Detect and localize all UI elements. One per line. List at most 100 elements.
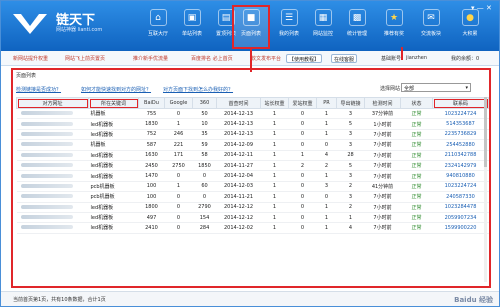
tab-rewards[interactable]: ★ 推荐有奖	[377, 7, 411, 47]
table-cell[interactable]: 2059907234	[432, 212, 489, 224]
blurred-url	[20, 194, 73, 199]
tab-single-site[interactable]: ▣ 单站列表	[175, 7, 209, 47]
promo-link[interactable]: 新网站提升权重	[13, 55, 48, 62]
table-row[interactable]: led机器板 1470 0 0 2014-12-04 1 0 1 3 7小时前 正常 94081088…	[16, 170, 489, 182]
table-cell: 1	[260, 139, 289, 151]
table-cell[interactable]: 1023284478	[432, 202, 489, 213]
table-cell: 0	[164, 202, 193, 213]
table-cell: 752	[138, 129, 165, 141]
help-link[interactable]: 如何才能快速找到对方的网址？	[81, 86, 151, 93]
tutorial-link[interactable]: 【使用教程】	[286, 54, 323, 63]
chevron-down-icon: ▾	[465, 85, 468, 91]
table-cell: 正常	[400, 202, 433, 213]
tab-my-list[interactable]: ☰ 我的列表	[272, 7, 306, 47]
column-header[interactable]: 检测时间	[364, 97, 401, 109]
site-url-cell[interactable]	[16, 129, 89, 141]
tab-label: 大积累	[462, 31, 478, 37]
table-row[interactable]: led机器板 1630 171 58 2014-12-11 1 1 4 28 7小时前 正常 2110…	[16, 150, 489, 161]
column-header[interactable]: BaiDu	[138, 97, 165, 109]
table-row[interactable]: 机器板 755 0 50 2014-12-13 1 0 1 3 37分钟前 正常 1023224724	[16, 108, 489, 120]
site-url-cell[interactable]	[16, 170, 89, 182]
tab-forum[interactable]: ✉ 交流板块	[414, 7, 448, 47]
table-cell: 3	[336, 139, 365, 151]
site-url-cell[interactable]	[16, 160, 89, 172]
column-header[interactable]: 导出链接	[336, 97, 365, 109]
site-url-cell[interactable]	[16, 150, 89, 161]
table-cell: 4	[336, 222, 365, 234]
scrollbar-thumb[interactable]	[484, 97, 487, 167]
site-url-cell[interactable]	[16, 202, 89, 213]
promo-link[interactable]: 百度排名 必上首页	[191, 55, 233, 62]
column-header[interactable]: PR	[316, 97, 337, 109]
blurred-url	[20, 215, 73, 220]
table-cell[interactable]: 1023224724	[432, 181, 489, 193]
logo-icon	[13, 14, 47, 34]
table-cell: 2014-11-21	[216, 191, 261, 203]
tab-monitor[interactable]: ▦ 网站监控	[306, 7, 340, 47]
site-url-cell[interactable]	[16, 222, 89, 234]
column-header[interactable]: Google	[164, 97, 193, 109]
table-row[interactable]: pcb机器板 100 1 60 2014-12-03 1 0 3 2 41分钟前 正常 1023224…	[16, 181, 489, 193]
table-cell: 0	[316, 191, 337, 203]
column-header[interactable]: 联系码	[432, 97, 489, 109]
tab-points[interactable]: ● 大积累	[453, 7, 487, 47]
column-header[interactable]: 对方网址	[16, 97, 89, 109]
help-link[interactable]: 对方页面下找到怎么办我好的？	[163, 86, 233, 93]
tab-stats[interactable]: ▩ 统计管理	[340, 7, 374, 47]
table-cell[interactable]: 940810880	[432, 170, 489, 182]
tab-page-list[interactable]: ■ 页面列表	[232, 5, 270, 49]
table-cell[interactable]: 1023224724	[432, 108, 489, 120]
document-icon: ▤	[217, 9, 235, 26]
table-cell[interactable]: 514353687	[432, 118, 489, 130]
table-cell[interactable]: 254452880	[432, 139, 489, 151]
table-cell[interactable]: 240587330	[432, 191, 489, 203]
table-row[interactable]: led机器板 497 0 154 2014-12-12 1 0 1 1 7小时前 正常 2059907…	[16, 212, 489, 224]
window-controls[interactable]: ▾ — ✕	[471, 4, 492, 12]
column-header[interactable]: 首查时间	[216, 97, 261, 109]
promo-link[interactable]: 网站飞上前页置页	[65, 55, 105, 62]
help-link[interactable]: 检测链接是否成功？	[16, 86, 61, 93]
table-cell: 1	[316, 202, 337, 213]
table-cell[interactable]: 2324142979	[432, 160, 489, 172]
column-header[interactable]: 状态	[400, 97, 433, 109]
column-header[interactable]: 所在关键词	[88, 97, 139, 109]
tab-hall[interactable]: ⌂ 互联大厅	[141, 7, 175, 47]
site-url-cell[interactable]	[16, 191, 89, 203]
site-url-cell[interactable]	[16, 212, 89, 224]
table-cell: 60	[192, 181, 217, 193]
site-url-cell[interactable]	[16, 181, 89, 193]
online-support-button[interactable]: 在线客服	[331, 54, 358, 63]
column-header[interactable]: 站长权重	[260, 97, 289, 109]
table-row[interactable]: pcb机器板 100 0 0 2014-11-21 1 0 0 3 7小时前 正常 240587330	[16, 191, 489, 203]
table-row[interactable]: led机器板 2410 0 284 2014-12-02 1 0 1 4 7小时前 正常 159990…	[16, 222, 489, 234]
promo-link[interactable]: 推介新手优流量	[133, 55, 168, 62]
table-cell: 0	[288, 118, 317, 130]
table-cell[interactable]: 2235736829	[432, 129, 489, 141]
table-cell: 正常	[400, 222, 433, 234]
table-cell: 0	[288, 108, 317, 120]
table-cell: 0	[164, 222, 193, 234]
table-cell: 0	[288, 170, 317, 182]
site-url-cell[interactable]	[16, 108, 89, 120]
table-row[interactable]: led机器板 1830 1 10 2014-12-13 1 0 1 5 1小时前 正常 5143536…	[16, 118, 489, 130]
promo-link[interactable]: 软文发布平台	[251, 55, 281, 62]
site-url-cell[interactable]	[16, 118, 89, 130]
site-select[interactable]: 全部 ▾	[401, 83, 471, 92]
table-cell: pcb机器板	[88, 181, 139, 193]
blurred-url	[20, 131, 73, 136]
table-row[interactable]: led机器板 1800 0 2790 2014-12-12 1 0 1 2 7小时前 正常 10232…	[16, 202, 489, 213]
table-row[interactable]: led机器板 752 246 35 2014-12-13 1 0 1 3 7小时前 正常 223573…	[16, 129, 489, 141]
table-row[interactable]: led机器板 2450 2750 1850 2014-11-27 1 2 2 5 7小时前 正常 23…	[16, 160, 489, 172]
site-url-cell[interactable]	[16, 139, 89, 151]
table-cell: 1	[316, 222, 337, 234]
vertical-scrollbar[interactable]	[484, 97, 487, 282]
table-cell: 587	[138, 139, 165, 151]
table-cell: 2	[316, 160, 337, 172]
table-cell[interactable]: 2110342788	[432, 150, 489, 161]
table-cell[interactable]: 1599900220	[432, 222, 489, 234]
column-header[interactable]: 360	[192, 97, 217, 109]
tab-label: 互联大厅	[147, 31, 168, 37]
table-row[interactable]: 机器板 587 221 59 2014-12-09 1 0 0 3 7小时前 正常 254452880	[16, 139, 489, 151]
top-toolbar: 链天下 网站神器 lianti.com ⌂ 互联大厅 ▣ 单站列表 ▤ 置顶列表…	[1, 1, 499, 51]
column-header[interactable]: 爱站权重	[288, 97, 317, 109]
